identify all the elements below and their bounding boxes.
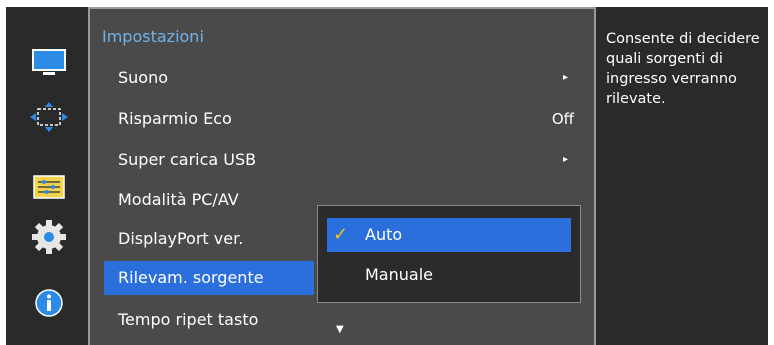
menu-item-label: Super carica USB	[118, 150, 257, 169]
option-label: Manuale	[365, 265, 433, 284]
help-panel: Consente di decidere quali sorgenti di i…	[596, 7, 768, 345]
info-icon[interactable]	[29, 287, 69, 319]
menu-item-risparmio-eco[interactable]: Risparmio Eco Off	[104, 102, 582, 136]
menu-title: Impostazioni	[102, 27, 204, 46]
menu-item-label: Tempo ripet tasto	[118, 310, 259, 329]
menu-item-label: Risparmio Eco	[118, 109, 232, 128]
equalizer-icon[interactable]	[29, 171, 69, 203]
category-sidebar	[6, 7, 88, 345]
scroll-down-icon[interactable]: ▼	[336, 324, 344, 335]
menu-item-label: Suono	[118, 68, 169, 87]
menu-item-label: Rilevam. sorgente	[118, 268, 264, 287]
gear-icon[interactable]	[29, 220, 69, 254]
submenu-arrow-icon: ▸	[562, 72, 568, 83]
menu-item-rilevam-sorgente[interactable]: Rilevam. sorgente	[104, 261, 314, 295]
resize-arrows-icon[interactable]	[29, 101, 69, 133]
menu-item-super-carica-usb[interactable]: Super carica USB ▸	[104, 143, 582, 177]
option-auto[interactable]: ✓ Auto	[327, 218, 571, 252]
menu-item-suono[interactable]: Suono ▸	[104, 61, 582, 95]
source-detection-popup: ✓ Auto Manuale	[317, 205, 581, 303]
option-manuale[interactable]: Manuale	[327, 258, 571, 292]
monitor-icon[interactable]	[29, 47, 69, 79]
submenu-arrow-icon: ▸	[562, 154, 568, 165]
option-label: Auto	[365, 225, 403, 244]
menu-item-label: Modalità PC/AV	[118, 190, 239, 209]
menu-item-value: Off	[551, 110, 574, 128]
checkmark-icon: ✓	[333, 224, 349, 245]
help-text: Consente di decidere quali sorgenti di i…	[606, 31, 760, 107]
menu-item-label: DisplayPort ver.	[118, 229, 244, 248]
